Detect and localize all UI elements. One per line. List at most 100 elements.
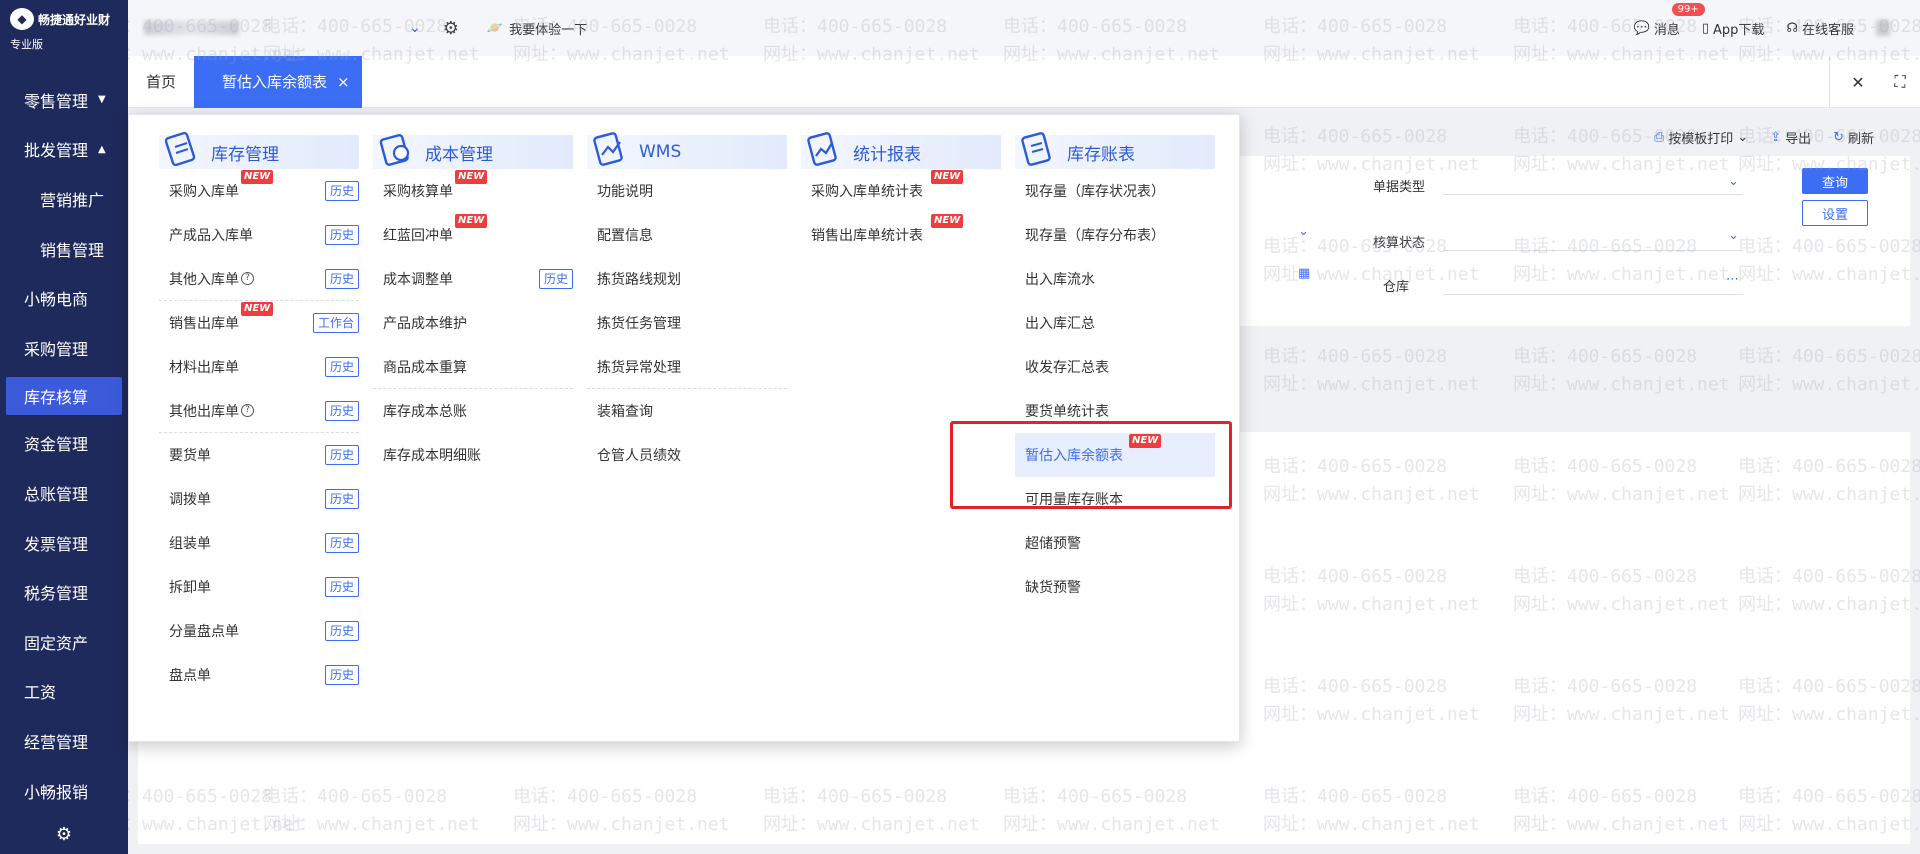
menu-item-sales-outbound-stats[interactable]: 销售出库单统计表 NEW [801,213,1001,257]
sidebar-item-invoice[interactable]: 发票管理 [0,518,128,568]
app-download-button[interactable]: ▯ App下载 [1702,19,1765,38]
sidebar-item-inventory-accounting[interactable]: 库存核算 [6,376,122,415]
menu-item-disassembly[interactable]: 拆卸单 历史 [159,565,359,609]
menu-item-warehouse-staff-performance[interactable]: 仓管人员绩效 [587,433,787,477]
sidebar-item-wholesale[interactable]: 批发管理 ▲ [0,125,128,175]
history-button[interactable]: 历史 [324,225,359,245]
sidebar-item-ledger[interactable]: 总账管理 [0,468,128,518]
calendar-icon[interactable]: ▦ [1298,266,1310,281]
print-template-button[interactable]: ⎙ 按模板打印 ⌄ [1654,128,1748,147]
column-title: 库存管理 [211,144,279,165]
sidebar-item-ecommerce[interactable]: 小畅电商 [0,273,128,323]
query-button[interactable]: 查询 [1802,168,1868,194]
menu-item-inventory-cost-detail[interactable]: 库存成本明细账 [373,433,573,477]
sidebar-item-marketing[interactable]: 营销推广 [0,174,128,224]
history-button[interactable]: 历史 [324,489,359,509]
sidebar-item-payroll[interactable]: 工资 [0,667,128,717]
menu-item-stockout-alert[interactable]: 缺货预警 [1015,565,1215,609]
settings-button[interactable]: 设置 [1802,200,1868,226]
close-all-tabs-icon[interactable]: ✕ [1844,73,1872,92]
menu-item-cost-adjustment[interactable]: 成本调整单 历史 [373,257,573,301]
menu-item-other-inbound[interactable]: 其他入库单? 历史 [159,257,359,301]
chevron-down-icon[interactable]: ⌄ [409,20,421,36]
menu-item-in-out-summary[interactable]: 出入库汇总 [1015,301,1215,345]
workbench-button[interactable]: 工作台 [312,313,359,333]
export-icon: ⇪ [1770,130,1782,145]
menu-item-packing-query[interactable]: 装箱查询 [587,389,787,433]
menu-item-recalculate-cost[interactable]: 商品成本重算 [373,345,573,389]
menu-item-sales-outbound[interactable]: 销售出库单 NEW 工作台 [159,301,359,345]
close-icon[interactable]: × [337,73,350,91]
accounting-status-select[interactable] [1443,250,1743,251]
user-avatar-redacted[interactable] [1876,20,1890,36]
sidebar-item-funds[interactable]: 资金管理 [0,419,128,469]
chevron-down-icon[interactable]: ⌄ [1728,174,1739,189]
history-button[interactable]: 历史 [324,665,359,685]
menu-item-red-blue-reversal[interactable]: 红蓝回冲单 NEW [373,213,573,257]
menu-item-label: 仓管人员绩效 [597,448,681,464]
try-experience-link[interactable]: 🪐 我要体验一下 [487,19,587,38]
menu-item-stock-status[interactable]: 现存量（库存状况表） [1015,169,1215,213]
menu-item-feature-description[interactable]: 功能说明 [587,169,787,213]
online-service-button[interactable]: ☊ 在线客服 [1786,19,1854,38]
sidebar-settings-button[interactable]: ⚙ [0,814,128,854]
menu-item-available-stock-ledger[interactable]: 可用量库存账本 [1015,477,1215,521]
menu-item-transfer[interactable]: 调拨单 历史 [159,477,359,521]
menu-item-receive-issue-balance[interactable]: 收发存汇总表 [1015,345,1215,389]
sidebar-item-purchase[interactable]: 采购管理 [0,323,128,373]
menu-item-picking-route[interactable]: 拣货路线规划 [587,257,787,301]
history-button[interactable]: 历史 [324,533,359,553]
history-button[interactable]: 历史 [324,357,359,377]
sidebar-item-expense[interactable]: 小畅报销 [0,766,128,816]
history-button[interactable]: 历史 [324,445,359,465]
chevron-down-icon[interactable]: ⌄ [1728,228,1739,243]
sidebar-item-sales[interactable]: 销售管理 [0,224,128,274]
menu-item-in-out-flow[interactable]: 出入库流水 [1015,257,1215,301]
menu-item-purchase-inbound[interactable]: 采购入库单 NEW 历史 [159,169,359,213]
menu-item-partial-stocktake[interactable]: 分量盘点单 历史 [159,609,359,653]
history-button[interactable]: 历史 [324,621,359,641]
help-icon[interactable]: ? [241,404,254,417]
export-button[interactable]: ⇪ 导出 [1770,128,1811,147]
history-button[interactable]: 历史 [324,401,359,421]
sidebar-item-tax[interactable]: 税务管理 [0,567,128,617]
menu-item-stocktake[interactable]: 盘点单 历史 [159,653,359,697]
chevron-down-icon[interactable]: ⌄ [1298,224,1309,239]
menu-item-purchase-costing[interactable]: 采购核算单 NEW [373,169,573,213]
menu-item-configuration[interactable]: 配置信息 [587,213,787,257]
sidebar-item-fixed-assets[interactable]: 固定资产 [0,617,128,667]
history-button[interactable]: 历史 [324,181,359,201]
menu-item-inventory-cost-ledger[interactable]: 库存成本总账 [373,389,573,433]
menu-item-picking-task[interactable]: 拣货任务管理 [587,301,787,345]
help-icon[interactable]: ? [241,272,254,285]
menu-item-requisition-stats[interactable]: 要货单统计表 [1015,389,1215,433]
menu-item-overstock-alert[interactable]: 超储预警 [1015,521,1215,565]
doc-type-select[interactable] [1443,194,1743,195]
fullscreen-icon[interactable]: ⛶ [1886,72,1914,92]
sidebar-item-retail[interactable]: 零售管理 ▼ [0,75,128,125]
menu-item-picking-exception[interactable]: 拣货异常处理 [587,345,787,389]
menu-item-requisition[interactable]: 要货单 历史 [159,433,359,477]
refresh-button[interactable]: ↻ 刷新 [1833,128,1874,147]
history-button[interactable]: 历史 [324,577,359,597]
messages-button[interactable]: 💬 消息 99+ [1634,2,1705,38]
menu-item-product-cost-maintenance[interactable]: 产品成本维护 [373,301,573,345]
menu-item-finished-goods-inbound[interactable]: 产成品入库单 历史 [159,213,359,257]
online-service-label: 在线客服 [1801,22,1854,38]
history-button[interactable]: 历史 [324,269,359,289]
menu-item-stock-distribution[interactable]: 现存量（库存分布表） [1015,213,1215,257]
chevron-down-icon[interactable]: ⌄ [1737,130,1748,145]
menu-item-other-outbound[interactable]: 其他出库单? 历史 [159,389,359,433]
menu-item-purchase-inbound-stats[interactable]: 采购入库单统计表 NEW [801,169,1001,213]
tab-home[interactable]: 首页 [128,71,194,92]
menu-item-assembly[interactable]: 组装单 历史 [159,521,359,565]
history-button[interactable]: 历史 [538,269,573,289]
gear-icon[interactable]: ⚙ [443,18,459,39]
menu-item-material-outbound[interactable]: 材料出库单 历史 [159,345,359,389]
warehouse-field[interactable] [1443,294,1743,295]
more-icon[interactable]: ⋯ [1726,272,1739,287]
brand-logo[interactable]: ◆ 畅捷通好业财 专业版 [0,0,128,56]
tab-provisional-inbound-balance[interactable]: 暂估入库余额表 × [194,55,362,108]
menu-item-provisional-inbound-balance[interactable]: 暂估入库余额表 NEW [1015,433,1215,477]
sidebar-item-business[interactable]: 经营管理 [0,716,128,766]
